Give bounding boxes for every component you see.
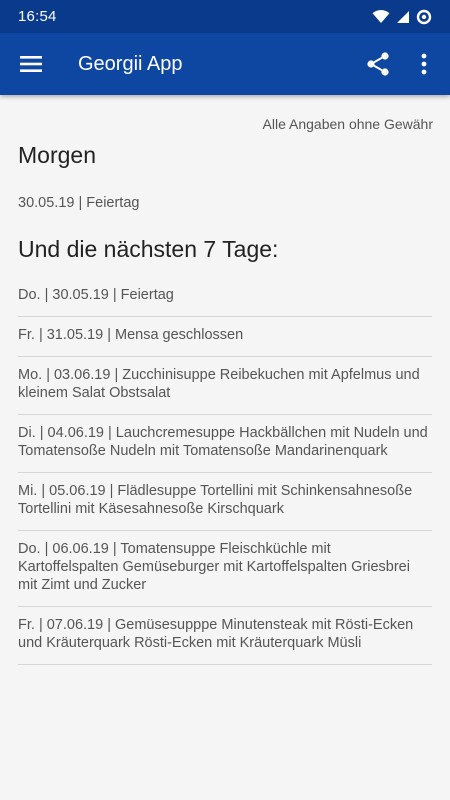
week-list: Do. | 30.05.19 | Feiertag Fr. | 31.05.19…: [18, 277, 432, 665]
menu-button[interactable]: [0, 33, 62, 95]
share-icon: [367, 52, 389, 76]
app-bar: Georgii App: [0, 33, 450, 95]
status-bar: 16:54: [0, 0, 450, 33]
list-item: Do. | 30.05.19 | Feiertag: [18, 277, 432, 317]
wifi-icon: [372, 9, 390, 23]
status-time: 16:54: [18, 8, 57, 25]
list-item: Fr. | 31.05.19 | Mensa geschlossen: [18, 317, 432, 357]
status-icons: [372, 9, 432, 25]
today-item: 30.05.19 | Feiertag: [18, 195, 140, 211]
list-item: Mo. | 03.06.19 | Zucchinisuppe Reibekuch…: [18, 357, 432, 415]
next-days-heading: Und die nächsten 7 Tage:: [18, 236, 279, 262]
disclaimer-text: Alle Angaben ohne Gewähr: [262, 116, 433, 132]
list-item: Mi. | 05.06.19 | Flädlesuppe Tortellini …: [18, 473, 432, 531]
data-saver-icon: [416, 9, 432, 24]
more-options-button[interactable]: [402, 33, 446, 95]
app-title: Georgii App: [78, 52, 183, 75]
list-item: Fr. | 07.06.19 | Gemüsesupppe Minutenste…: [18, 607, 432, 665]
today-heading: Morgen: [18, 142, 96, 168]
menu-icon: [20, 56, 42, 72]
share-button[interactable]: [354, 33, 402, 95]
list-item: Di. | 04.06.19 | Lauchcremesuppe Hackbäl…: [18, 415, 432, 473]
main-content: Alle Angaben ohne Gewähr Morgen 30.05.19…: [0, 95, 450, 800]
signal-icon: [397, 10, 409, 23]
list-item: Do. | 06.06.19 | Tomatensuppe Fleischküc…: [18, 531, 432, 607]
more-vert-icon: [421, 53, 427, 75]
